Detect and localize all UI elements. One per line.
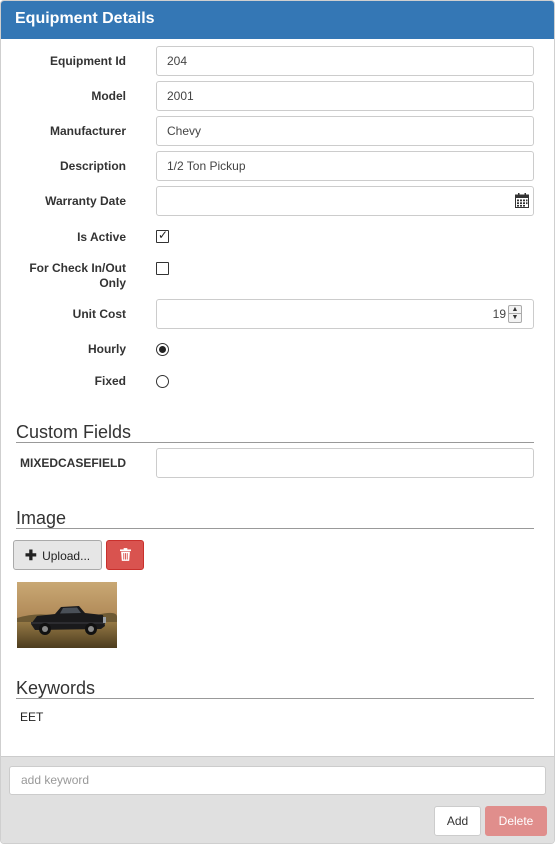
warranty-date-row: Warranty Date	[1, 186, 554, 216]
fixed-label: Fixed	[94, 374, 126, 388]
check-in-out-checkbox[interactable]	[156, 262, 169, 275]
keyword-footer: add keyword Add Delete	[1, 756, 554, 843]
check-in-out-label-line1: For Check In/Out	[29, 261, 126, 275]
fixed-row: Fixed	[1, 373, 554, 389]
checkmark-icon: ✓	[158, 228, 169, 242]
warranty-date-input[interactable]	[156, 186, 534, 216]
model-label: Model	[91, 89, 126, 103]
delete-image-button[interactable]	[106, 540, 144, 570]
is-active-row: Is Active ✓	[1, 228, 554, 245]
panel-title: Equipment Details	[1, 1, 554, 39]
check-in-out-label: For Check In/Out Only	[1, 261, 126, 291]
manufacturer-row: Manufacturer Chevy	[1, 116, 554, 146]
keywords-divider	[16, 698, 534, 699]
equipment-photo	[17, 582, 117, 648]
check-in-out-label-line2: Only	[99, 276, 126, 290]
model-input[interactable]: 2001	[156, 81, 534, 111]
add-keyword-input[interactable]: add keyword	[9, 766, 546, 795]
description-label: Description	[59, 159, 126, 173]
manufacturer-label: Manufacturer	[49, 124, 126, 138]
warranty-date-label: Warranty Date	[45, 194, 126, 208]
mixedcasefield-input[interactable]	[156, 448, 534, 478]
check-in-out-row: For Check In/Out Only	[1, 261, 554, 293]
is-active-label: Is Active	[77, 230, 126, 244]
spinner-up-icon[interactable]: ▲	[509, 306, 521, 314]
image-heading: Image	[16, 508, 67, 528]
delete-keyword-button[interactable]: Delete	[485, 806, 547, 836]
plus-icon: ✚	[25, 547, 37, 563]
description-row: Description 1/2 Ton Pickup	[1, 151, 554, 181]
unit-cost-row: Unit Cost 19 ▲ ▼	[1, 299, 554, 329]
equipment-id-input[interactable]: 204	[156, 46, 534, 76]
hourly-radio[interactable]	[156, 343, 169, 356]
unit-cost-input[interactable]: 19 ▲ ▼	[156, 299, 534, 329]
add-keyword-button[interactable]: Add	[434, 806, 481, 836]
description-input[interactable]: 1/2 Ton Pickup	[156, 151, 534, 181]
unit-cost-spinner[interactable]: ▲ ▼	[508, 305, 522, 323]
equipment-id-row: Equipment Id 204	[1, 46, 554, 76]
is-active-checkbox[interactable]: ✓	[156, 228, 169, 243]
keywords-heading: Keywords	[16, 678, 96, 698]
equipment-id-label: Equipment Id	[50, 54, 126, 68]
radio-selected-dot	[159, 346, 166, 353]
custom-fields-heading: Custom Fields	[16, 422, 132, 442]
trash-icon	[120, 548, 131, 561]
image-divider	[16, 528, 534, 529]
upload-button[interactable]: ✚ Upload...	[13, 540, 102, 570]
custom-fields-divider	[16, 442, 534, 443]
unit-cost-label: Unit Cost	[72, 307, 126, 321]
spinner-down-icon[interactable]: ▼	[509, 314, 521, 322]
mixedcasefield-row: MIXEDCASEFIELD	[1, 448, 554, 478]
equipment-details-panel: Equipment Details Equipment Id 204 Model…	[0, 0, 555, 844]
model-row: Model 2001	[1, 81, 554, 111]
mixedcasefield-label: MIXEDCASEFIELD	[19, 456, 126, 470]
upload-button-label: Upload...	[42, 549, 91, 563]
manufacturer-input[interactable]: Chevy	[156, 116, 534, 146]
keyword-tag[interactable]: EET	[20, 710, 43, 724]
calendar-icon[interactable]	[515, 193, 529, 208]
unit-cost-value: 19	[492, 307, 506, 321]
hourly-label: Hourly	[87, 342, 126, 356]
hourly-row: Hourly	[1, 341, 554, 357]
fixed-radio[interactable]	[156, 375, 169, 388]
